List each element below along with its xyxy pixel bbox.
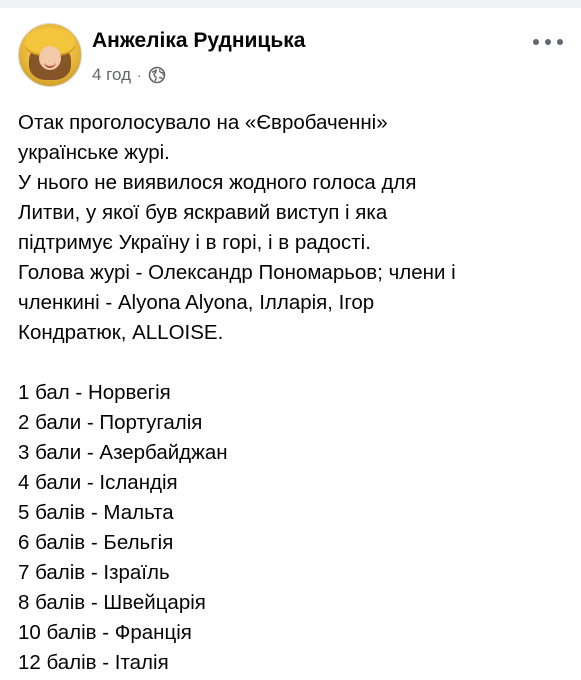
post-body: Отак проголосувало на «Євробаченні» укра… <box>18 108 563 678</box>
author-name[interactable]: Анжеліка Рудницька <box>92 29 305 53</box>
vote-line: 7 балів - Ізраїль <box>18 561 170 584</box>
paragraph-line: Голова журі - Олександр Пономарьов; член… <box>18 261 456 284</box>
vote-line: 5 балів - Мальта <box>18 501 174 524</box>
vote-line: 2 бали - Португалія <box>18 411 203 434</box>
author-avatar[interactable] <box>18 23 82 87</box>
more-dot <box>545 39 551 45</box>
vote-line: 12 балів - Італія <box>18 651 169 674</box>
more-dot <box>557 39 563 45</box>
vote-line: 3 бали - Азербайджан <box>18 441 228 464</box>
more-dot <box>533 39 539 45</box>
globe-icon[interactable] <box>148 66 166 84</box>
vote-line: 8 балів - Швейцарія <box>18 591 206 614</box>
paragraph-line: Литви, у якої був яскравий виступ і яка <box>18 201 388 224</box>
vote-line: 1 бал - Норвегія <box>18 381 171 404</box>
facebook-post: Анжеліка Рудницька 4 год · Отак проголос… <box>0 8 581 680</box>
paragraph-line: членкині - Alyona Alyona, Ілларія, Ігор <box>18 291 375 314</box>
paragraph-line: підтримує Україну і в горі, і в радості. <box>18 231 371 254</box>
paragraph-line: Отак проголосувало на «Євробаченні» <box>18 111 388 134</box>
post-header: Анжеліка Рудницька 4 год · <box>18 23 563 93</box>
paragraph-line: Кондратюк, ALLOISE. <box>18 321 224 344</box>
paragraph-line: У нього не виявилося жодного голоса для <box>18 171 417 194</box>
post-meta: 4 год · <box>92 65 166 85</box>
vote-line: 6 балів - Бельгія <box>18 531 174 554</box>
vote-line: 4 бали - Ісландія <box>18 471 178 494</box>
paragraph-line: українське журі. <box>18 141 170 164</box>
feed-background-strip <box>0 0 581 8</box>
vote-line: 10 балів - Франція <box>18 621 192 644</box>
post-timestamp[interactable]: 4 год <box>92 65 131 85</box>
more-options-icon[interactable] <box>533 35 563 49</box>
meta-separator: · <box>137 67 142 83</box>
